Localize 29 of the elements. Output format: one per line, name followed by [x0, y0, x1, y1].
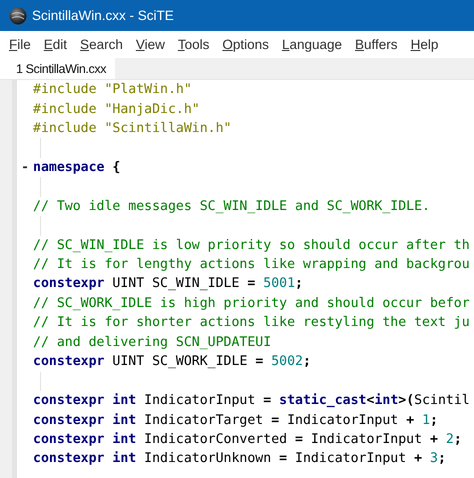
- code-line: // It is for shorter actions like restyling the text ju: [33, 316, 470, 330]
- code-line: constexpr int IndicatorTarget = IndicatorInput + 1;: [33, 414, 438, 427]
- code-line: constexpr int IndicatorUnknown = IndicatorInput + 3;: [33, 452, 446, 466]
- code-line: // SC_WIN_IDLE is low priority so should occur after th: [33, 238, 470, 252]
- window-title: ScintillaWin.cxx - SciTE: [32, 8, 174, 23]
- fold-marker[interactable]: -: [21, 160, 29, 174]
- code-line: constexpr UINT SC_WORK_IDLE = 5002;: [33, 355, 311, 368]
- code-line: // and delivering SCN_UPDATEUI: [33, 336, 272, 349]
- code-line: namespace {: [33, 160, 120, 174]
- code-line: // Two idle messages SC_WIN_IDLE and SC_WORK_IDLE.: [33, 200, 430, 213]
- code-line: constexpr int IndicatorConverted = IndicatorInput + 2;: [33, 432, 462, 446]
- code-line: #include "HanjaDic.h": [33, 102, 200, 116]
- menu-item[interactable]: Options: [216, 34, 275, 55]
- code-line: #include "PlatWin.h": [33, 83, 192, 96]
- app-logo-icon: [9, 6, 27, 24]
- menu-item[interactable]: Help: [404, 34, 444, 55]
- menu-item[interactable]: View: [130, 34, 171, 55]
- code-line: constexpr int IndicatorInput = static_cast<int>(Scintil: [33, 394, 470, 408]
- menu-item[interactable]: File: [3, 34, 37, 55]
- code-line: // SC_WORK_IDLE is high priority and should occur befor: [33, 296, 470, 310]
- menu-item[interactable]: Language: [276, 34, 348, 55]
- menu-item[interactable]: Edit: [38, 34, 74, 55]
- code-line: constexpr UINT SC_WIN_IDLE = 5001;: [33, 277, 303, 291]
- code-line: // It is for lengthy actions like wrapping and backgrou: [33, 258, 470, 272]
- file-tab[interactable]: 1 ScintillaWin.cxx: [0, 58, 116, 79]
- menu-item[interactable]: Search: [74, 34, 129, 55]
- menu-item[interactable]: Buffers: [349, 34, 404, 55]
- menu-item[interactable]: Tools: [172, 34, 216, 55]
- code-line: #include "ScintillaWin.h": [33, 122, 232, 136]
